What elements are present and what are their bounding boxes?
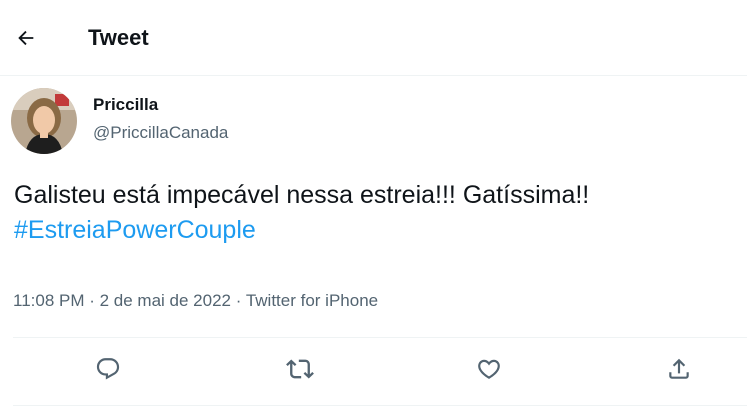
- author-handle[interactable]: @PriccillaCanada: [93, 123, 228, 143]
- meta-separator: ·: [231, 291, 246, 310]
- tweet-body: Galisteu está impecável nessa estreia!!!…: [14, 178, 739, 248]
- divider: [13, 405, 747, 406]
- tweet-header: Tweet: [0, 0, 747, 76]
- divider: [13, 337, 747, 338]
- page-title: Tweet: [88, 25, 149, 50]
- retweet-button[interactable]: [283, 352, 317, 386]
- share-button[interactable]: [662, 352, 696, 386]
- tweet-text: Galisteu está impecável nessa estreia!!!…: [14, 181, 590, 209]
- author-display-name[interactable]: Priccilla: [93, 95, 158, 115]
- tweet-time[interactable]: 11:08 PM: [13, 291, 85, 310]
- reply-icon: [96, 358, 120, 380]
- like-icon: [478, 359, 500, 379]
- hashtag-link[interactable]: #EstreiaPowerCouple: [14, 213, 739, 248]
- arrow-left-icon: [18, 30, 34, 46]
- avatar-image: [11, 88, 77, 154]
- back-button[interactable]: [8, 20, 44, 56]
- avatar[interactable]: [11, 88, 77, 154]
- like-button[interactable]: [472, 352, 506, 386]
- tweet-meta: 11:08 PM · 2 de mai de 2022 · Twitter fo…: [13, 290, 378, 312]
- reply-button[interactable]: [91, 352, 125, 386]
- tweet-source[interactable]: Twitter for iPhone: [246, 291, 378, 310]
- share-icon: [669, 358, 689, 379]
- meta-separator: ·: [84, 291, 100, 310]
- tweet-date[interactable]: 2 de mai de 2022: [100, 291, 231, 310]
- retweet-icon: [286, 359, 314, 379]
